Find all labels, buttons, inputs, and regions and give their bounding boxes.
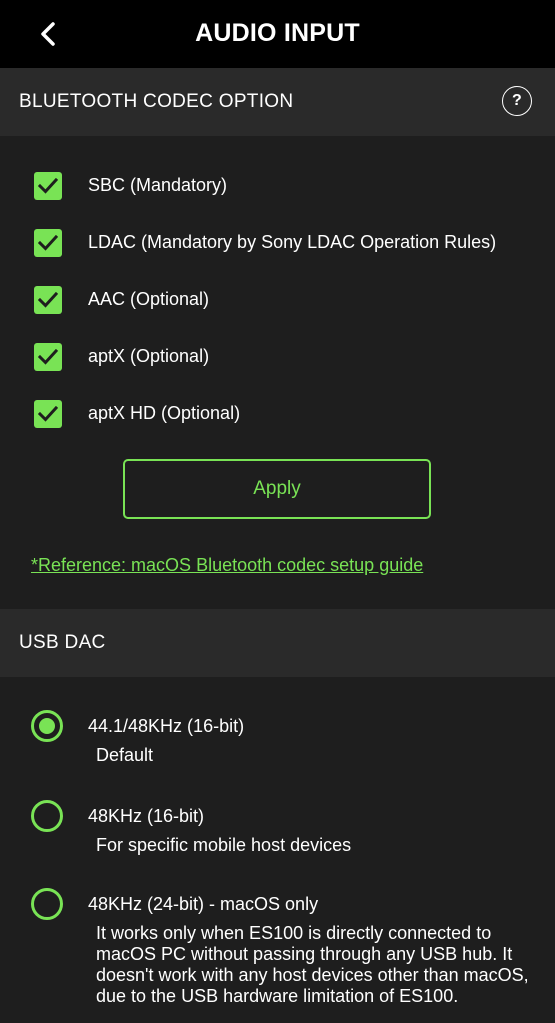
codec-label: aptX (Optional) bbox=[88, 346, 210, 366]
radio-selected-dot bbox=[39, 718, 55, 734]
usb-section-title: USB DAC bbox=[19, 632, 106, 653]
aptx-hd-checkbox[interactable] bbox=[34, 400, 62, 428]
usb-option-radio[interactable] bbox=[31, 710, 63, 742]
usb-section-header: USB DAC bbox=[0, 609, 555, 677]
codec-label: AAC (Optional) bbox=[88, 289, 210, 309]
usb-option-radio[interactable] bbox=[31, 800, 63, 832]
usb-option-title: 48KHz (16-bit) bbox=[88, 806, 205, 826]
codec-option-aptx[interactable]: aptX (Optional) bbox=[0, 340, 555, 397]
aac-checkbox[interactable] bbox=[34, 286, 62, 314]
codec-list: SBC (Mandatory) LDAC (Mandatory by Sony … bbox=[0, 136, 555, 540]
codec-option-ldac[interactable]: LDAC (Mandatory by Sony LDAC Operation R… bbox=[0, 226, 555, 283]
aptx-checkbox[interactable] bbox=[34, 343, 62, 371]
checkmark-icon bbox=[38, 406, 58, 422]
bluetooth-section-header: BLUETOOTH CODEC OPTION ? bbox=[0, 68, 555, 136]
reference-link[interactable]: *Reference: macOS Bluetooth codec setup … bbox=[31, 555, 423, 576]
usb-option-radio[interactable] bbox=[31, 888, 63, 920]
usb-option-description: For specific mobile host devices bbox=[96, 835, 352, 855]
question-mark-icon: ? bbox=[511, 92, 523, 109]
usb-option-description: It works only when ES100 is directly con… bbox=[96, 923, 529, 1006]
apply-button[interactable]: Apply bbox=[123, 459, 431, 519]
checkmark-icon bbox=[38, 349, 58, 365]
codec-option-aptx-hd[interactable]: aptX HD (Optional) bbox=[0, 397, 555, 454]
codec-option-sbc[interactable]: SBC (Mandatory) bbox=[0, 169, 555, 226]
top-bar: AUDIO INPUT bbox=[0, 0, 555, 68]
codec-label: aptX HD (Optional) bbox=[88, 403, 241, 423]
ldac-checkbox[interactable] bbox=[34, 229, 62, 257]
usb-option-description: Default bbox=[96, 745, 154, 765]
apply-container: Apply bbox=[0, 454, 555, 540]
codec-label: SBC (Mandatory) bbox=[88, 175, 228, 195]
usb-option-title: 44.1/48KHz (16-bit) bbox=[88, 716, 245, 736]
usb-option-title: 48KHz (24-bit) - macOS only bbox=[88, 894, 319, 914]
codec-label: LDAC (Mandatory by Sony LDAC Operation R… bbox=[88, 232, 497, 252]
bluetooth-section-title: BLUETOOTH CODEC OPTION bbox=[19, 91, 294, 112]
codec-option-aac[interactable]: AAC (Optional) bbox=[0, 283, 555, 340]
checkmark-icon bbox=[38, 178, 58, 194]
help-button[interactable]: ? bbox=[502, 86, 532, 116]
checkmark-icon bbox=[38, 292, 58, 308]
checkmark-icon bbox=[38, 235, 58, 251]
sbc-checkbox[interactable] bbox=[34, 172, 62, 200]
page-title: AUDIO INPUT bbox=[195, 19, 360, 47]
